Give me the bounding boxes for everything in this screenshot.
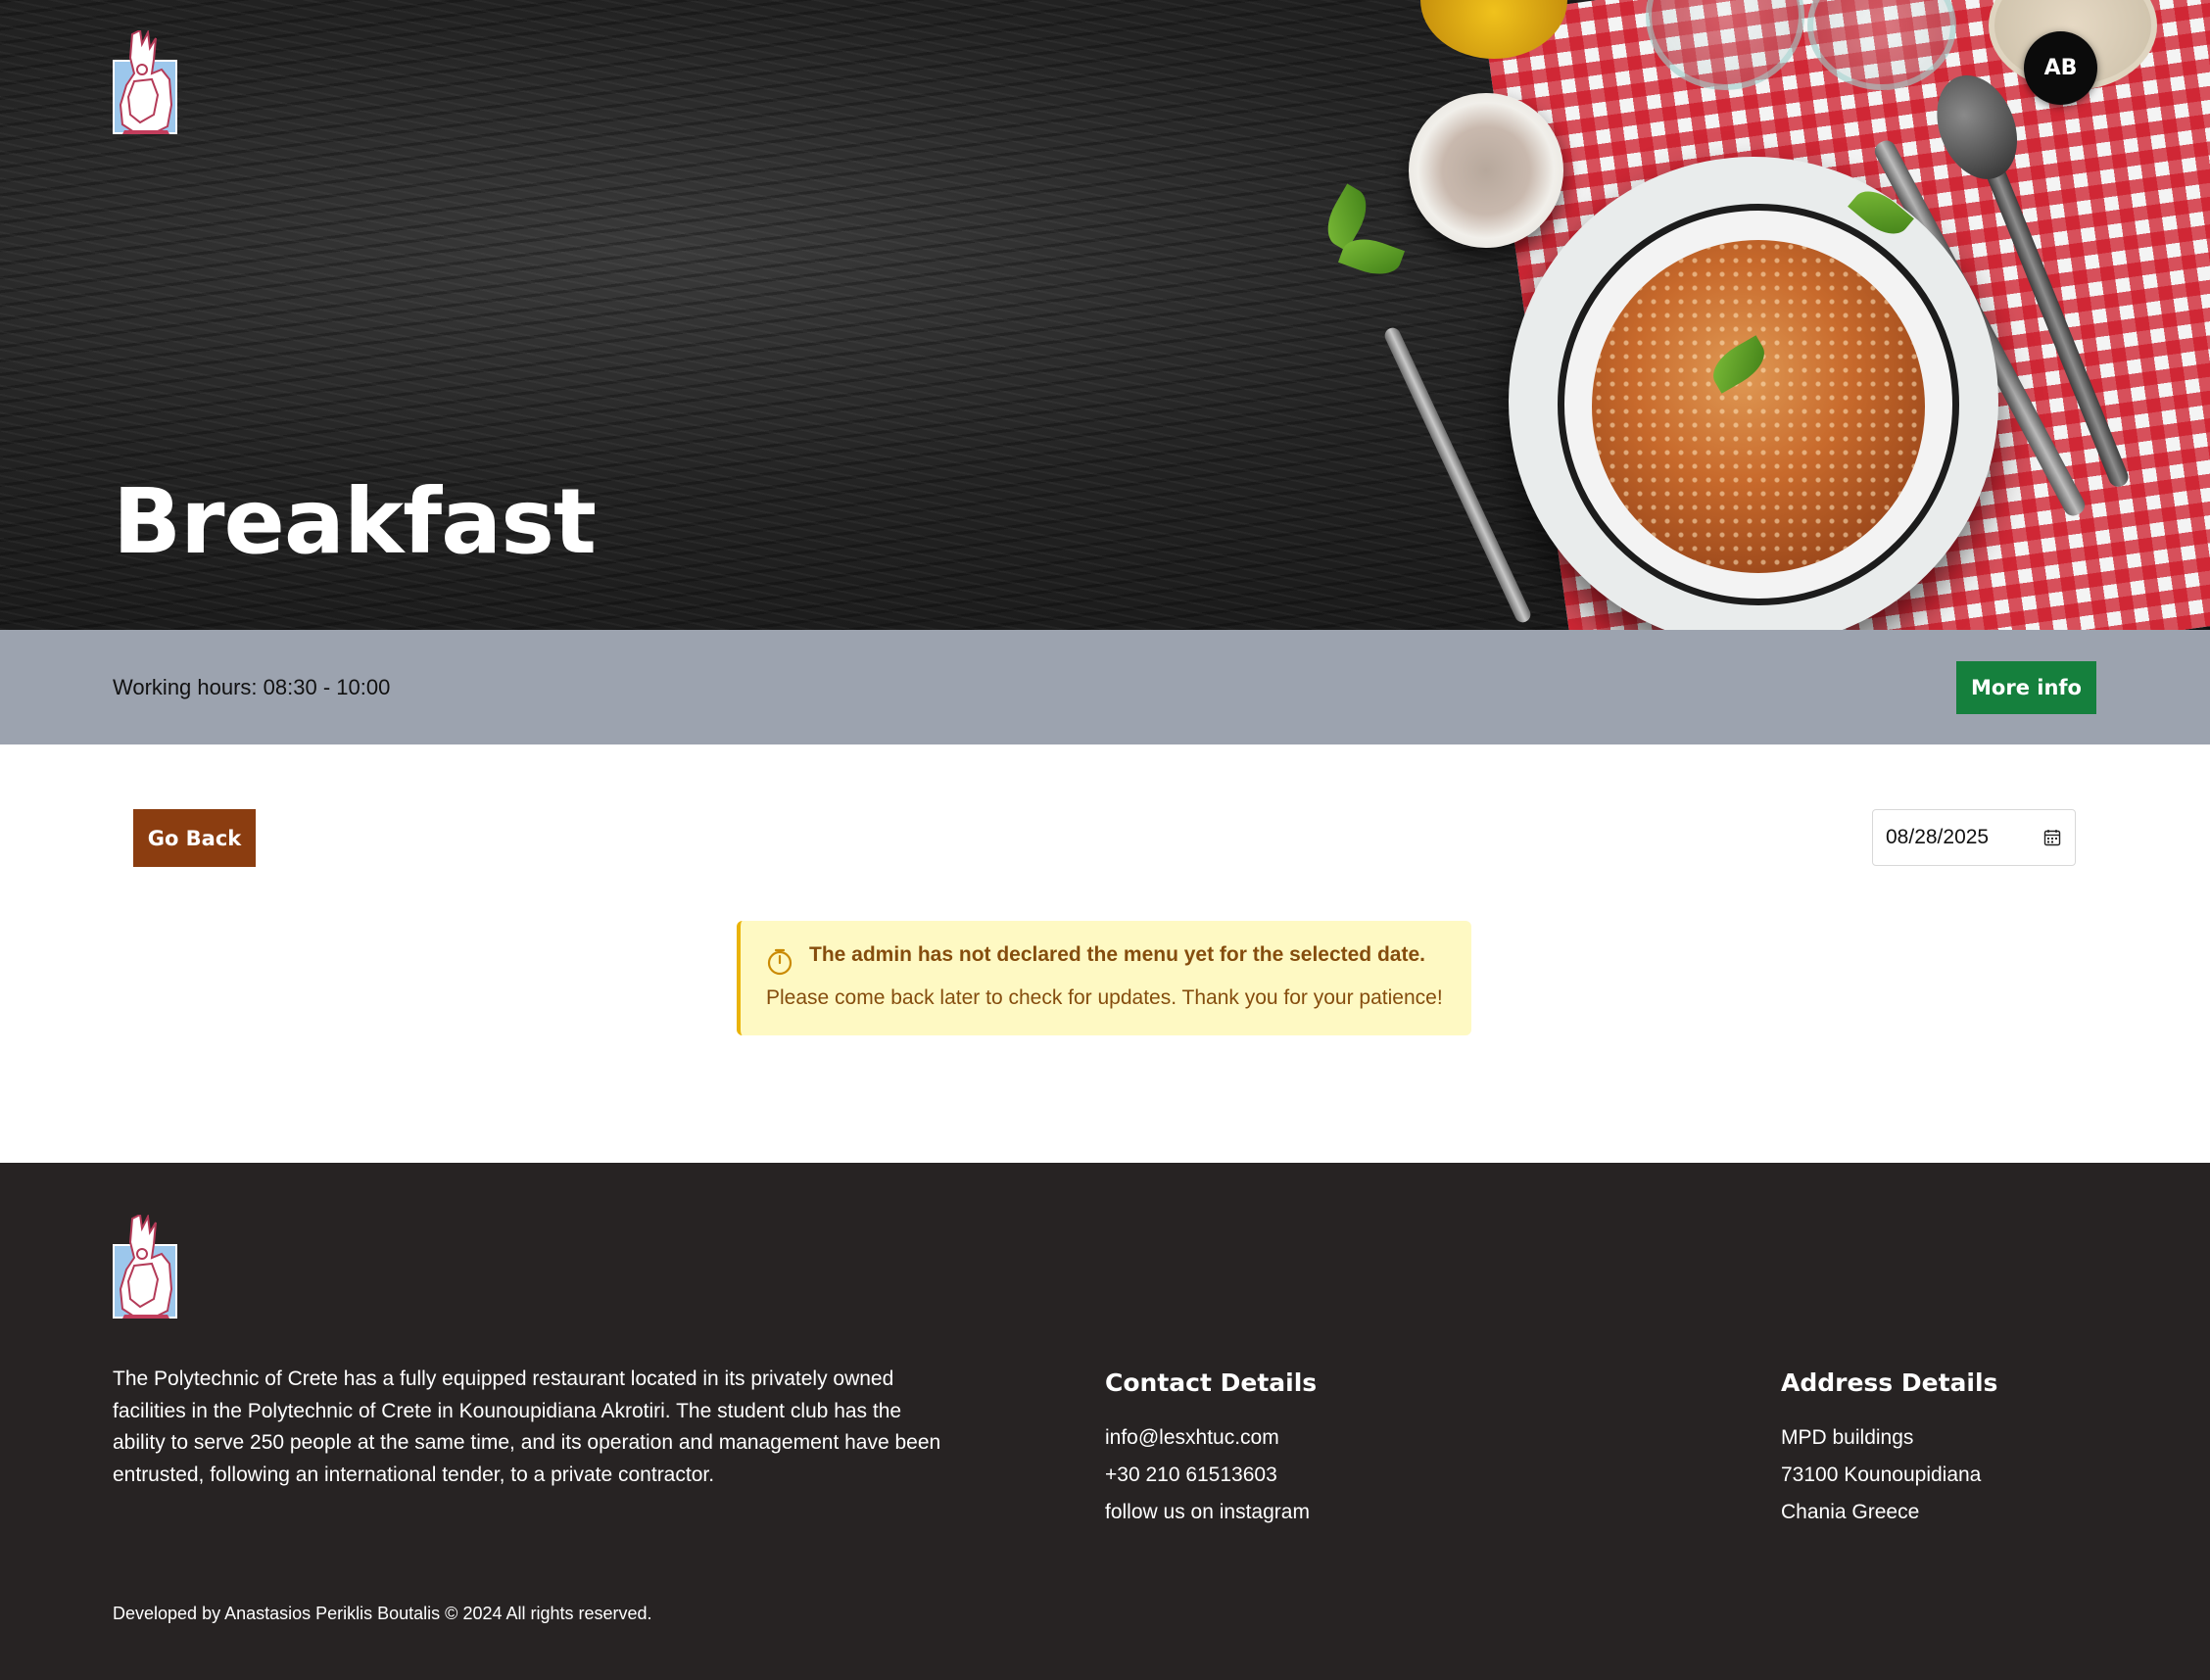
contact-details-list: info@lesxhtuc.com +30 210 61513603 follo… (1105, 1419, 1310, 1531)
address-line: Chania Greece (1781, 1501, 1920, 1523)
university-logo[interactable] (113, 28, 179, 136)
footer: The Polytechnic of Crete has a fully equ… (0, 1163, 2210, 1680)
university-logo-icon (113, 1213, 177, 1319)
more-info-button[interactable]: More info (1956, 661, 2096, 714)
footer-university-logo (113, 1213, 179, 1320)
go-back-button[interactable]: Go Back (133, 809, 256, 867)
instagram-item[interactable]: follow us on instagram (1105, 1494, 1310, 1531)
avatar-initials: AB (2043, 56, 2078, 80)
page-title: Breakfast (113, 469, 597, 574)
contact-email-item[interactable]: info@lesxhtuc.com (1105, 1419, 1310, 1457)
info-bar: Working hours: 08:30 - 10:00 More info (0, 630, 2210, 744)
alert-message: Please come back later to check for upda… (766, 986, 1443, 1009)
footer-about-text: The Polytechnic of Crete has a fully equ… (113, 1368, 941, 1486)
hero-banner: Breakfast AB (0, 0, 2210, 630)
address-details-list: MPD buildings 73100 Kounoupidiana Chania… (1781, 1419, 1981, 1531)
address-details-heading: Address Details (1781, 1368, 1998, 1397)
contact-phone-link[interactable]: +30 210 61513603 (1105, 1464, 1277, 1486)
contact-details-heading: Contact Details (1105, 1368, 1318, 1397)
copyright-text: Developed by Anastasios Periklis Boutali… (113, 1604, 652, 1623)
hero-risotto-image (1592, 240, 1925, 573)
address-line: MPD buildings (1781, 1426, 1914, 1449)
menu-not-declared-alert: The admin has not declared the menu yet … (737, 921, 1471, 1035)
alert-title: The admin has not declared the menu yet … (809, 943, 1425, 966)
contact-phone-item[interactable]: +30 210 61513603 (1105, 1457, 1310, 1494)
instagram-link[interactable]: follow us on instagram (1105, 1501, 1310, 1523)
address-line: 73100 Kounoupidiana (1781, 1464, 1982, 1486)
user-avatar[interactable]: AB (2024, 31, 2097, 105)
university-logo-icon (113, 28, 177, 134)
date-picker-input[interactable]: 08/28/2025 (1872, 809, 2076, 866)
contact-email-link[interactable]: info@lesxhtuc.com (1105, 1426, 1279, 1449)
hero-spice-bowl-image (1409, 93, 1563, 248)
working-hours-text: Working hours: 08:30 - 10:00 (113, 675, 391, 699)
timer-icon (767, 948, 793, 976)
date-value: 08/28/2025 (1886, 826, 1990, 848)
calendar-icon[interactable] (2043, 829, 2061, 846)
